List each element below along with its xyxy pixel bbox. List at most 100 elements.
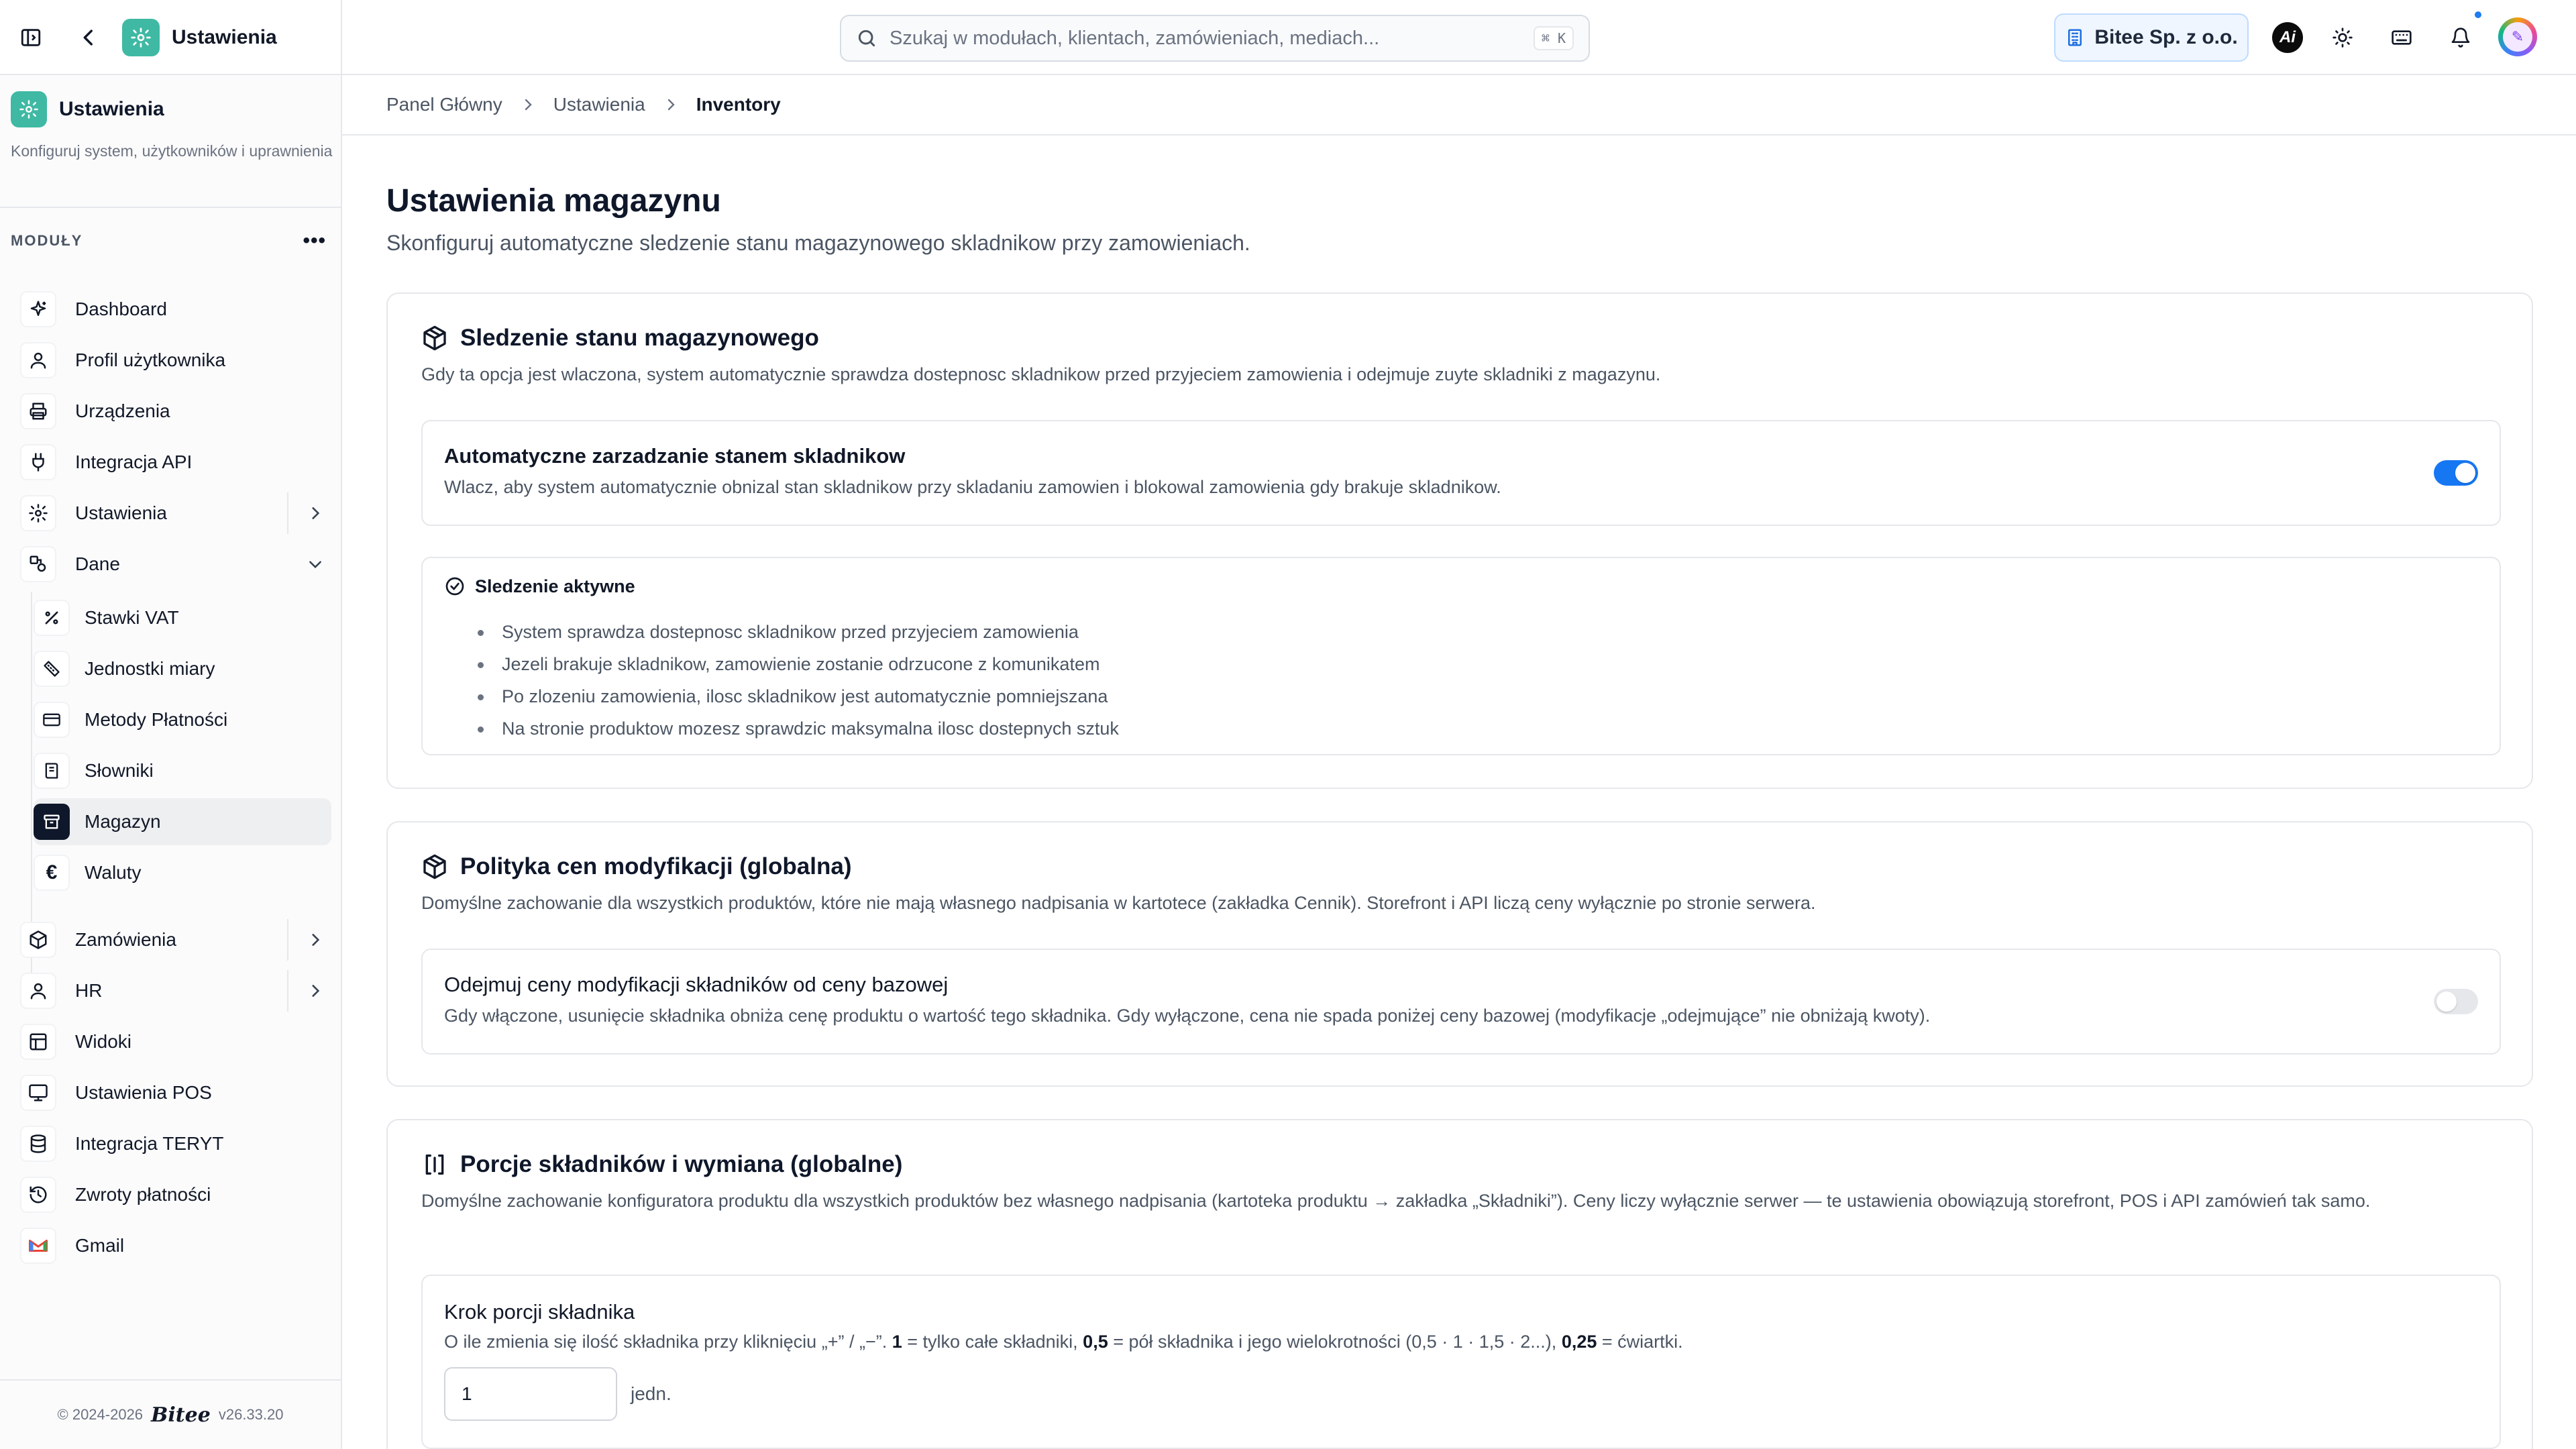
card-description: Domyślne zachowanie konfiguratora produk… xyxy=(421,1191,2371,1211)
sidebar-item-label: Profil użytkownika xyxy=(75,350,226,370)
setting-description: Gdy włączone, usunięcie składnika obniża… xyxy=(444,1006,1931,1026)
card-description: Domyślne zachowanie dla wszystkich produ… xyxy=(421,893,1816,913)
sidebar-item-warehouse[interactable]: Magazyn xyxy=(34,798,331,845)
chevron-right-icon xyxy=(520,97,536,113)
toggle-sidebar-icon[interactable] xyxy=(9,16,52,59)
chevron-right-icon[interactable] xyxy=(301,976,330,1006)
card-header: Polityka cen modyfikacji (globalna) xyxy=(421,853,851,880)
list-item: System sprawdza dostepnosc skladnikow pr… xyxy=(478,616,1119,648)
chevron-right-icon xyxy=(663,97,679,113)
book-icon xyxy=(34,753,70,789)
bell-icon xyxy=(2439,16,2482,59)
chevron-right-icon[interactable] xyxy=(301,498,330,528)
theme-toggle-button[interactable] xyxy=(2321,16,2364,59)
sidebar-item-label: Integracja TERYT xyxy=(75,1133,224,1154)
refund-icon xyxy=(20,1177,56,1213)
card-title: Polityka cen modyfikacji (globalna) xyxy=(460,853,852,879)
portion-step-input[interactable]: 1 xyxy=(444,1367,617,1421)
sidebar-item-label: Ustawienia POS xyxy=(75,1082,212,1103)
sidebar-item-payment-methods[interactable]: Metody Płatności xyxy=(34,696,331,743)
gear-icon xyxy=(20,495,56,531)
version-text: v26.33.20 xyxy=(218,1406,284,1423)
portion-step-setting: Krok porcji składnika O ile zmienia się … xyxy=(421,1275,2501,1449)
breadcrumb-link-settings[interactable]: Ustawienia xyxy=(553,94,645,115)
brand-logo: Bitee xyxy=(151,1403,211,1427)
sidebar-item-api[interactable]: Integracja API xyxy=(20,439,330,486)
notifications-button[interactable] xyxy=(2439,16,2482,59)
building-icon xyxy=(2068,29,2082,46)
active-header: Sledzenie aktywne xyxy=(444,576,635,597)
euro-icon: € xyxy=(34,855,70,891)
setting-description: Wlacz, aby system automatycznie obnizal … xyxy=(444,477,1501,497)
global-search[interactable]: Szukaj w modułach, klientach, zamówienia… xyxy=(840,15,1590,62)
search-placeholder: Szukaj w modułach, klientach, zamówienia… xyxy=(890,27,1380,49)
sidebar-item-label: Jednostki miary xyxy=(85,658,215,679)
sidebar-title: Ustawienia xyxy=(59,98,164,120)
keyboard-button[interactable] xyxy=(2380,16,2423,59)
settings-module-icon xyxy=(11,91,47,127)
plug-icon xyxy=(20,444,56,480)
ai-button[interactable]: Ai xyxy=(2266,16,2309,59)
sidebar-item-data[interactable]: Dane xyxy=(20,541,330,588)
company-name: Bitee Sp. z o.o. xyxy=(2094,26,2238,48)
sidebar-item-vat[interactable]: Stawki VAT xyxy=(34,594,331,641)
keyboard-icon xyxy=(2380,16,2423,59)
chevron-right-icon[interactable] xyxy=(301,925,330,955)
card-title: Porcje składników i wymiana (globalne) xyxy=(460,1151,903,1177)
unit-label: jedn. xyxy=(631,1383,672,1404)
sidebar-header: Ustawienia xyxy=(0,0,342,75)
sidebar-module-header: Ustawienia Konfiguruj system, użytkownik… xyxy=(11,91,333,164)
sidebar: Ustawienia Konfiguruj system, użytkownik… xyxy=(0,75,342,1449)
breadcrumb-current: Inventory xyxy=(696,94,781,115)
auto-stock-toggle[interactable] xyxy=(2434,460,2478,486)
sidebar-item-label: HR xyxy=(75,980,103,1001)
card-header: Porcje składników i wymiana (globalne) xyxy=(421,1151,902,1178)
active-points-list: System sprawdza dostepnosc skladnikow pr… xyxy=(478,616,1119,745)
tracking-active-panel: Sledzenie aktywne System sprawdza dostep… xyxy=(421,557,2501,755)
sidebar-item-gmail[interactable]: Gmail xyxy=(20,1222,330,1269)
sidebar-item-devices[interactable]: Urządzenia xyxy=(20,388,330,435)
ruler-icon xyxy=(34,651,70,687)
company-switcher-button[interactable]: Bitee Sp. z o.o. xyxy=(2054,13,2249,62)
sidebar-item-dashboard[interactable]: Dashboard xyxy=(20,286,330,333)
modification-pricing-card: Polityka cen modyfikacji (globalna) Domy… xyxy=(386,821,2533,1087)
sidebar-item-label: Słowniki xyxy=(85,760,154,781)
sidebar-item-label: Zamówienia xyxy=(75,929,176,950)
more-dots-icon[interactable]: ••• xyxy=(303,229,326,252)
sidebar-item-profile[interactable]: Profil użytkownika xyxy=(20,337,330,384)
sidebar-item-label: Urządzenia xyxy=(75,400,170,421)
sidebar-item-label: Stawki VAT xyxy=(85,607,179,628)
sidebar-item-teryt[interactable]: Integracja TERYT xyxy=(20,1120,330,1167)
modules-section-header: MODUŁY ••• xyxy=(11,229,326,252)
inventory-tracking-card: Sledzenie stanu magazynowego Gdy ta opcj… xyxy=(386,292,2533,789)
setting-description: O ile zmienia się ilość składnika przy k… xyxy=(444,1332,1683,1352)
percent-icon xyxy=(34,600,70,636)
app-title: Ustawienia xyxy=(172,26,277,48)
sidebar-item-label: Zwroty płatności xyxy=(75,1184,211,1205)
back-chevron-icon[interactable] xyxy=(67,16,110,59)
breadcrumb-link-dashboard[interactable]: Panel Główny xyxy=(386,94,502,115)
list-item: Na stronie produktow mozesz sprawdzic ma… xyxy=(478,712,1119,745)
user-avatar-button[interactable]: ✎ xyxy=(2498,17,2537,60)
sidebar-item-pos-settings[interactable]: Ustawienia POS xyxy=(20,1069,330,1116)
subtract-mods-toggle[interactable] xyxy=(2434,989,2478,1014)
sidebar-item-hr[interactable]: HR xyxy=(20,967,330,1014)
card-title: Sledzenie stanu magazynowego xyxy=(460,325,819,351)
sidebar-item-orders[interactable]: Zamówienia xyxy=(20,916,330,963)
page-subtitle: Skonfiguruj automatyczne sledzenie stanu… xyxy=(386,231,1250,255)
portions-card: Porcje składników i wymiana (globalne) D… xyxy=(386,1119,2533,1449)
sidebar-item-label: Metody Płatności xyxy=(85,709,228,730)
brackets-icon xyxy=(425,1155,444,1175)
settings-app-icon xyxy=(122,19,160,56)
check-circle-icon xyxy=(445,577,464,596)
sidebar-item-units[interactable]: Jednostki miary xyxy=(34,645,331,692)
sidebar-item-dictionaries[interactable]: Słowniki xyxy=(34,747,331,794)
sidebar-item-views[interactable]: Widoki xyxy=(20,1018,330,1065)
page-title: Ustawienia magazynu xyxy=(386,183,721,219)
sidebar-item-settings[interactable]: Ustawienia xyxy=(20,490,330,537)
sidebar-item-currencies[interactable]: € Waluty xyxy=(34,849,331,896)
sidebar-item-label: Ustawienia xyxy=(75,502,167,523)
sidebar-item-refunds[interactable]: Zwroty płatności xyxy=(20,1171,330,1218)
chevron-down-icon[interactable] xyxy=(301,549,330,579)
ai-logo-icon: Ai xyxy=(2272,22,2303,53)
